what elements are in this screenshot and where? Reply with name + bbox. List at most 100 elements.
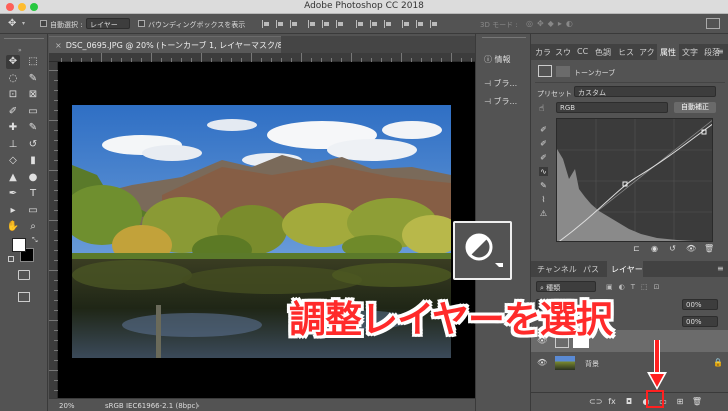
eyedropper-gray-icon[interactable]: ✐ [539,139,548,148]
auto-select-dropdown[interactable]: レイヤー [86,18,130,29]
auto-select-checkbox[interactable] [40,20,47,27]
layer-row-background[interactable]: 👁 背景 🔒 [531,352,728,374]
default-colors-icon[interactable] [8,256,14,262]
foreground-color-swatch-top[interactable] [12,238,26,252]
new-layer-icon[interactable]: ⊞ [674,397,686,406]
warning-icon[interactable]: ⚠ [539,209,548,218]
tab-properties-4[interactable]: ヒス [618,47,634,58]
ruler-tick [49,120,58,121]
frame-icon[interactable]: ⊠ [26,88,40,102]
align-center-icon[interactable] [276,20,284,28]
smooth-icon[interactable]: ⌇ [539,195,548,204]
expand-tools-icon[interactable]: » [18,47,22,54]
screen-mode-icon[interactable] [18,292,30,302]
tab-properties-3[interactable]: 色調 [595,47,611,58]
move-icon[interactable]: ✥ [6,55,20,69]
tab-properties-2[interactable]: CC [577,47,588,56]
align-bottom-icon[interactable] [336,20,344,28]
tab-properties-1[interactable]: スウ [555,47,571,58]
view-previous-icon[interactable]: ◉ [650,244,659,253]
panel-menu-icon[interactable]: ≡ [717,47,724,56]
delete-icon[interactable]: 🗑 [704,244,714,253]
brush-presets-button[interactable]: ⊣ ブラ... [484,96,517,110]
clip-to-layer-icon[interactable]: ⊏ [632,244,641,253]
auto-button[interactable]: 自動補正 [674,102,716,113]
distribute-5-icon[interactable] [416,20,424,28]
brush-settings-icon: ⊣ [484,79,491,88]
ruler-icon[interactable]: ▭ [26,105,40,119]
history-brush-icon[interactable]: ↺ [26,138,40,152]
blur-icon[interactable]: ▲ [6,171,20,185]
document-tab[interactable]: × DSC_0695.JPG @ 20% (トーンカーブ 1, レイヤーマスク/8… [49,36,292,53]
tab-properties-7[interactable]: 文字 [682,47,698,58]
3d-tools-icons[interactable]: ◎✥◆▸◐ [526,19,596,29]
eraser-icon[interactable]: ◇ [6,154,20,168]
eyedropper-black-icon[interactable]: ✐ [539,125,548,134]
horizontal-ruler [49,53,475,62]
move-tool-icon[interactable]: ✥ [8,18,20,30]
path-select-icon[interactable]: ▸ [6,204,20,218]
ruler-tick [49,70,58,71]
tab-layers-2[interactable]: レイヤー [611,264,643,275]
stamp-icon[interactable]: ⊥ [6,138,20,152]
distribute-3-icon[interactable] [384,20,392,28]
quick-select-icon[interactable]: ✎ [26,72,40,86]
bbox-checkbox[interactable] [138,20,145,27]
eyedropper-icon[interactable]: ✐ [6,105,20,119]
type-icon[interactable]: T [26,187,40,201]
distribute-4-icon[interactable] [402,20,410,28]
delete-layer-icon[interactable]: 🗑 [691,397,703,406]
pencil-icon[interactable]: ✎ [539,181,548,190]
align-left-icon[interactable] [262,20,270,28]
dodge-icon[interactable]: ● [26,171,40,185]
opacity-field[interactable]: 00% [682,299,718,310]
crop-icon[interactable]: ⊡ [6,88,20,102]
quick-mask-icon[interactable] [18,270,30,280]
tab-layers-0[interactable]: チャンネル [537,264,577,275]
target-adjust-icon[interactable]: ☝ [539,104,544,114]
distribute-2-icon[interactable] [370,20,378,28]
fx-icon[interactable]: fx [606,397,618,406]
healing-icon[interactable]: ✚ [6,121,20,135]
align-middle-icon[interactable] [322,20,330,28]
gradient-icon[interactable]: ▮ [26,154,40,168]
tab-properties-6[interactable]: 属性 [660,47,676,58]
curves-graph[interactable] [556,118,713,242]
visibility-icon[interactable]: 👁 [686,244,696,253]
rectangle-icon[interactable]: ▭ [26,204,40,218]
lasso-icon[interactable]: ◌ [6,72,20,86]
swap-colors-icon[interactable]: ⤡ [32,236,38,245]
ruler-tick [49,170,58,171]
status-chevron-icon[interactable]: › [197,402,200,410]
eyedropper-white-icon[interactable]: ✐ [539,153,548,162]
fill-field[interactable]: 00% [682,316,718,327]
brush-icon[interactable]: ✎ [26,121,40,135]
info-panel-button[interactable]: ⓘ 情報 [484,54,511,68]
link-layers-icon[interactable]: ⊂⊃ [589,397,602,406]
zoom-icon[interactable]: ⌕ [26,220,40,234]
workspace-icon[interactable] [706,18,720,29]
mask-icon[interactable] [556,66,570,77]
hand-icon[interactable]: ✋ [6,220,20,234]
distribute-6-icon[interactable] [430,20,438,28]
brush-panel-button[interactable]: ⊣ ブラ... [484,78,517,92]
tab-properties-5[interactable]: アク [639,47,655,58]
visibility-eye-icon[interactable]: 👁 [537,358,547,367]
reset-icon[interactable]: ↺ [668,244,677,253]
pen-icon[interactable]: ✒ [6,187,20,201]
close-tab-icon[interactable]: × [55,41,62,50]
preset-dropdown[interactable]: カスタム [574,86,716,97]
zoom-level[interactable]: 20% [59,402,75,410]
marquee-icon[interactable]: ⬚ [26,55,40,69]
panel-menu-icon[interactable]: ≡ [717,264,724,273]
add-mask-icon[interactable]: ◘ [623,397,635,406]
align-right-icon[interactable] [290,20,298,28]
align-top-icon[interactable] [308,20,316,28]
tab-layers-1[interactable]: パス [583,264,599,275]
chevron-down-icon[interactable]: ▾ [22,20,25,27]
tab-properties-0[interactable]: カラ [535,47,551,58]
curve-point-icon[interactable]: ∿ [539,167,548,176]
channel-dropdown[interactable]: RGB [556,102,668,113]
distribute-1-icon[interactable] [356,20,364,28]
filter-icons[interactable]: ▣◐T⬚⊡ [606,283,706,293]
